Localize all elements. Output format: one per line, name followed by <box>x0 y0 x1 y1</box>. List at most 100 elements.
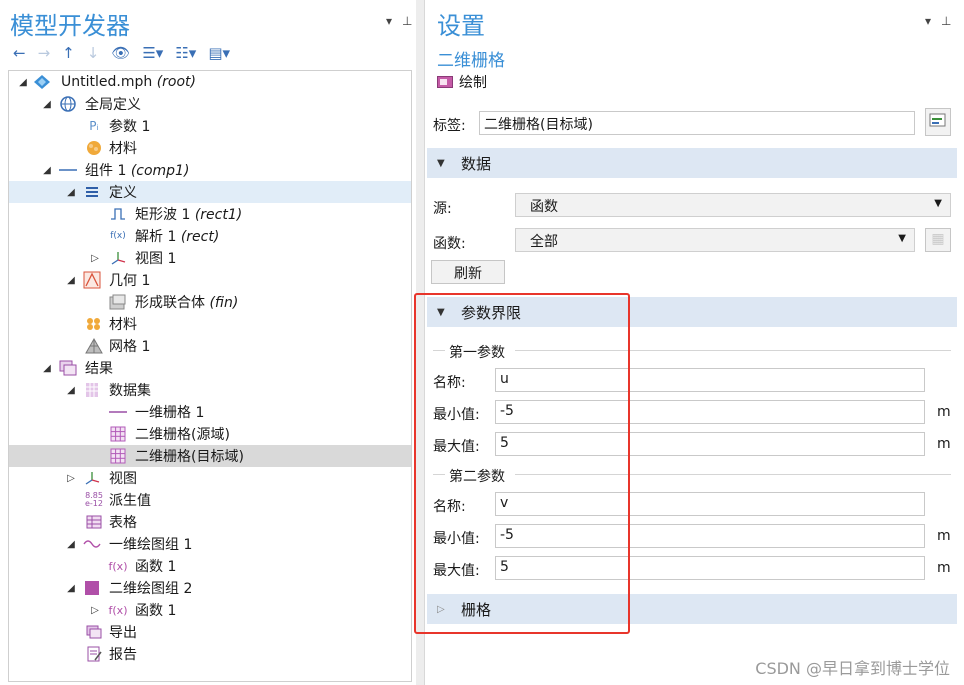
tree-item-function-plot-1[interactable]: f(x) 函数 1 <box>9 555 411 577</box>
tree-item-analytic[interactable]: f(x) 解析 1 (rect) <box>9 225 411 247</box>
move-down-icon[interactable]: ↓ <box>84 44 103 62</box>
tree-toolbar: ← → ↑ ↓ 👁 ☰▾ ☷▾ ▤▾ <box>10 42 233 64</box>
section-data[interactable]: ▼ 数据 <box>427 148 957 178</box>
collapse-icon[interactable]: ◢ <box>41 99 53 110</box>
tree-item-label: 二维栅格(目标域) <box>135 449 244 465</box>
collapse-icon[interactable]: ◢ <box>65 187 77 198</box>
component-icon <box>59 161 77 179</box>
label-field-label: 标签: <box>433 118 466 134</box>
tree-item-rect-wave[interactable]: 矩形波 1 (rect1) <box>9 203 411 225</box>
pin-icon[interactable]: ⊥ <box>402 14 412 28</box>
tree-item-note: (comp1) <box>130 163 190 179</box>
expand-icon[interactable]: ▷ <box>89 605 101 616</box>
parameters-icon: Pᵢ <box>89 119 99 133</box>
tree-item-plot2d[interactable]: ◢ 二维绘图组 2 <box>9 577 411 599</box>
expand-icon[interactable]: ▷ <box>65 473 77 484</box>
plot-button[interactable]: 绘制 <box>437 72 487 92</box>
watermark: CSDN @早日拿到博士学位 <box>755 659 950 678</box>
panel-menu-icon[interactable]: ▾ <box>925 14 931 28</box>
collapse-icon[interactable]: ◢ <box>41 165 53 176</box>
tree-item-component-materials[interactable]: 材料 <box>9 313 411 335</box>
tree-item-parameters[interactable]: Pᵢ 参数 1 <box>9 115 411 137</box>
unit-label: m <box>937 404 951 420</box>
collapse-icon[interactable]: ◢ <box>41 363 53 374</box>
model-icon <box>33 73 51 91</box>
collapse-icon[interactable]: ◢ <box>65 539 77 550</box>
collapse-icon[interactable]: ◢ <box>65 583 77 594</box>
tree-item-datasets[interactable]: ◢ 数据集 <box>9 379 411 401</box>
tree-item-geometry[interactable]: ◢ 几何 1 <box>9 269 411 291</box>
collapse-icon[interactable]: ◢ <box>65 275 77 286</box>
expand-icon[interactable]: ▷ <box>89 253 101 264</box>
tree-item-view[interactable]: ▷ 视图 1 <box>9 247 411 269</box>
collapse-tree-icon[interactable]: ☷▾ <box>172 44 199 62</box>
plot-label: 绘制 <box>459 75 487 91</box>
forward-icon[interactable]: → <box>35 44 54 62</box>
function-plot-icon: f(x) <box>108 559 128 573</box>
label-edit-button[interactable] <box>925 108 951 136</box>
tree-item-label: 几何 1 <box>109 273 151 289</box>
plot-icon <box>437 76 453 88</box>
function-select[interactable]: 全部 ▼ <box>515 228 915 252</box>
tree-item-export[interactable]: 导出 <box>9 621 411 643</box>
back-icon[interactable]: ← <box>10 44 29 62</box>
view-icon <box>109 249 127 267</box>
tree-item-definitions[interactable]: ◢ 定义 <box>9 181 411 203</box>
tree-item-label: 形成联合体 <box>135 295 205 311</box>
collapse-icon[interactable]: ◢ <box>65 385 77 396</box>
show-icon[interactable]: 👁 <box>108 44 133 62</box>
source-value: 函数 <box>530 199 558 215</box>
tree-item-mesh[interactable]: 网格 1 <box>9 335 411 357</box>
tree-item-grid2d-source[interactable]: 二维栅格(源域) <box>9 423 411 445</box>
tree-item-label: 一维绘图组 1 <box>109 537 193 553</box>
tree-item-label: 结果 <box>85 361 113 377</box>
panel-menu-icon[interactable]: ▾ <box>386 14 392 28</box>
tree-item-results-view[interactable]: ▷ 视图 <box>9 467 411 489</box>
chevron-down-icon: ▼ <box>934 198 942 209</box>
tree-item-label: 一维栅格 1 <box>135 405 205 421</box>
label-field[interactable]: 二维栅格(目标域) <box>479 111 915 135</box>
tree-item-label: 导出 <box>109 625 137 641</box>
geometry-icon <box>83 271 101 289</box>
move-up-icon[interactable]: ↑ <box>59 44 78 62</box>
function-table-button[interactable]: ▦ <box>925 228 951 252</box>
unit-label: m <box>937 528 951 544</box>
tree-item-report[interactable]: 报告 <box>9 643 411 665</box>
tree-item-form-union[interactable]: 形成联合体 (fin) <box>9 291 411 313</box>
tree-item-label: 参数 1 <box>109 119 151 135</box>
tree-item-component[interactable]: ◢ 组件 1 (comp1) <box>9 159 411 181</box>
export-icon <box>85 623 103 641</box>
tree-item-grid2d-target[interactable]: 二维栅格(目标域) <box>9 445 411 467</box>
globe-icon <box>59 95 77 113</box>
tree-item-grid1d[interactable]: 一维栅格 1 <box>9 401 411 423</box>
refresh-button[interactable]: 刷新 <box>431 260 505 284</box>
tree-item-tables[interactable]: 表格 <box>9 511 411 533</box>
plot-2d-icon <box>83 579 101 597</box>
tree-item-label: 定义 <box>109 185 137 201</box>
tree-item-results[interactable]: ◢ 结果 <box>9 357 411 379</box>
function-plot-icon: f(x) <box>108 603 128 617</box>
pin-icon[interactable]: ⊥ <box>941 14 951 28</box>
node-type-title: 二维栅格 <box>437 51 505 71</box>
collapse-icon[interactable]: ◢ <box>17 77 29 88</box>
tree-item-root[interactable]: ◢ Untitled.mph (root) <box>9 71 411 93</box>
tree-item-label: 材料 <box>109 141 137 157</box>
label-edit-icon <box>929 113 946 127</box>
materials-icon <box>85 315 103 333</box>
tree-item-materials[interactable]: 材料 <box>9 137 411 159</box>
source-select[interactable]: 函数 ▼ <box>515 193 951 217</box>
tree-item-note: (rect) <box>180 229 220 245</box>
mesh-icon <box>85 337 103 355</box>
tree-item-label: 网格 1 <box>109 339 151 355</box>
collapse-icon: ▼ <box>437 157 445 169</box>
tree-item-note: (root) <box>156 74 196 90</box>
tree-item-global-definitions[interactable]: ◢ 全局定义 <box>9 93 411 115</box>
view-icon <box>83 469 101 487</box>
grid-2d-icon <box>109 447 127 465</box>
expand-tree-icon[interactable]: ☰▾ <box>139 44 166 62</box>
tree-item-function-plot-2[interactable]: ▷ f(x) 函数 1 <box>9 599 411 621</box>
tree-item-derived-values[interactable]: 8.85 e-12 派生值 <box>9 489 411 511</box>
tree-options-icon[interactable]: ▤▾ <box>205 44 233 62</box>
panel-title: 模型开发器 <box>10 12 130 40</box>
tree-item-plot1d[interactable]: ◢ 一维绘图组 1 <box>9 533 411 555</box>
